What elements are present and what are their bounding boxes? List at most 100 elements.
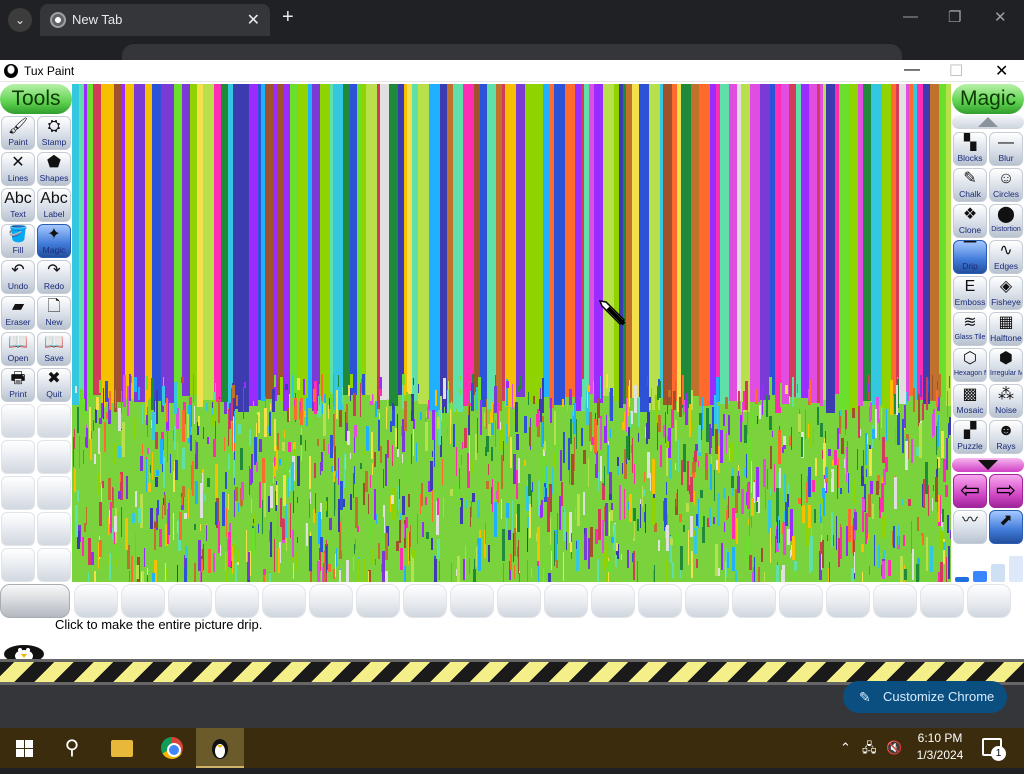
tuxpaint-taskbar-button[interactable] [196,728,244,768]
color-swatch[interactable] [732,584,776,618]
chrome-tab-new-tab[interactable]: New Tab ✕ [40,4,270,36]
tool-undo-button[interactable]: ↶ Undo [1,260,35,294]
magic-label: Rays [996,441,1016,451]
close-button[interactable]: ✕ [995,61,1008,81]
magic-blocks-button[interactable]: ▚ Blocks [953,132,987,166]
start-button[interactable] [0,728,48,768]
tool-label: Eraser [5,317,31,327]
magic-scroll-down-button[interactable] [952,458,1024,472]
left-arrow-icon: ⇦ [959,477,981,504]
color-swatch[interactable] [544,584,588,618]
tool-redo-button[interactable]: ↷ Redo [37,260,71,294]
color-swatch[interactable] [826,584,870,618]
tool-print-button[interactable]: 🖶 Print [1,368,35,402]
magic-clone-button[interactable]: ❖ Clone [953,204,987,238]
magic-glass-tile-button[interactable]: ≋ Glass Tile [953,312,987,346]
label-icon: Abc [40,190,68,207]
tool-quit-button[interactable]: ✖ Quit [37,368,71,402]
tool-label-button[interactable]: Abc Label [37,188,71,222]
new-tab-button[interactable]: + [282,6,294,29]
color-swatch[interactable] [403,584,447,618]
size-slider[interactable] [953,548,1023,582]
tool-eraser-button[interactable]: ▰ Eraser [1,296,35,330]
color-swatch[interactable] [0,584,70,618]
tool-text-button[interactable]: Abc Text [1,188,35,222]
search-button[interactable]: ⚲ [48,728,96,768]
magic-fisheye-button[interactable]: ◈ Fisheye [989,276,1023,310]
magic-distortion-button[interactable]: ⬤ Distortion [989,204,1023,238]
show-hidden-icons-button[interactable]: ⌃ [840,728,851,768]
magic-chalk-button[interactable]: ✎ Chalk [953,168,987,202]
magic-edges-button[interactable]: ∿ Edges [989,240,1023,274]
chrome-close-button[interactable]: ✕ [994,8,1007,26]
magic-label: Circles [993,189,1019,199]
tool-save-button[interactable]: 📖 Save [37,332,71,366]
tool-paint-button[interactable]: 🖌 Paint [1,116,35,150]
color-swatch[interactable] [497,584,541,618]
magic-emboss-button[interactable]: E Emboss [953,276,987,310]
color-swatch[interactable] [262,584,306,618]
maximize-button[interactable]: ☐ [949,61,963,81]
paintbrush-icon: 🖌 [7,118,29,135]
color-swatch[interactable] [121,584,165,618]
magic-circles-button[interactable]: ☺ Circles [989,168,1023,202]
magic-scroll-up-button[interactable] [952,115,1024,129]
tool-lines-button[interactable]: ✕ Lines [1,152,35,186]
color-swatch[interactable] [215,584,259,618]
tool-stamp-button[interactable]: ⛭ Stamp [37,116,71,150]
tool-new-button[interactable]: 🗋 New [37,296,71,330]
magic-label: Puzzle [957,441,983,451]
color-swatch[interactable] [309,584,353,618]
canvas-artwork [72,84,951,582]
fisheye-icon: ◈ [999,278,1013,295]
network-icon[interactable]: 🖧 [862,728,877,768]
color-swatch[interactable] [591,584,635,618]
tool-open-button[interactable]: 📖 Open [1,332,35,366]
drawing-canvas[interactable] [72,84,951,582]
magic-puzzle-button[interactable]: ▞ Puzzle [953,420,987,454]
customize-chrome-button[interactable]: ✎ Customize Chrome [843,681,1007,713]
magic-irregular-mosaic-button[interactable]: ⬢ Irregular Mosaic [989,348,1023,382]
color-swatch[interactable] [779,584,823,618]
text-icon: Abc [4,190,32,207]
magic-blur-button[interactable]: — Blur [989,132,1023,166]
magic-label: Distortion [991,226,1021,233]
minimize-button[interactable]: — [904,61,920,79]
color-swatch[interactable] [873,584,917,618]
empty-tool-slot [37,404,71,438]
color-swatch[interactable] [685,584,729,618]
color-swatch[interactable] [356,584,400,618]
tool-label: Print [9,389,27,399]
empty-tool-slot [37,548,71,582]
color-swatch[interactable] [74,584,118,618]
tool-fill-button[interactable]: 🪣 Fill [1,224,35,258]
save-icon: 📖 [44,334,64,351]
magic-halftone-button[interactable]: ▦ Halftone [989,312,1023,346]
next-option-button[interactable]: ⇨ [989,474,1023,508]
magic-hexagon-mosaic-button[interactable]: ⬡ Hexagon Mosaic [953,348,987,382]
color-swatch[interactable] [450,584,494,618]
tab-close-icon[interactable]: ✕ [247,10,260,30]
color-swatch[interactable] [638,584,682,618]
color-swatch[interactable] [920,584,964,618]
volume-muted-icon[interactable]: 🔇 [886,728,902,768]
system-clock[interactable]: 6:10 PM 1/3/2024 [914,730,966,764]
magic-mode-paint-button[interactable]: 〰 [953,510,987,544]
magic-drip-button[interactable]: ▔ Drip [953,240,987,274]
chrome-restore-button[interactable]: ❐ [948,8,961,26]
blocks-icon: ▚ [963,134,977,151]
color-swatch[interactable] [168,584,212,618]
magic-mosaic-button[interactable]: ▩ Mosaic [953,384,987,418]
window-title: Tux Paint [24,64,75,78]
previous-option-button[interactable]: ⇦ [953,474,987,508]
magic-label: Fisheye [991,297,1021,307]
chrome-minimize-button[interactable]: — [903,8,918,25]
tab-search-chevron-icon[interactable]: ⌄ [8,8,32,32]
tool-shapes-button[interactable]: ⬟ Shapes [37,152,71,186]
magic-rays-button[interactable]: ☻ Rays [989,420,1023,454]
color-swatch[interactable] [967,584,1011,618]
tool-magic-button[interactable]: ✦ Magic [37,224,71,258]
magic-mode-fullscreen-button[interactable]: ⬈ [989,510,1023,544]
magic-noise-button[interactable]: ⁂ Noise [989,384,1023,418]
status-message: Click to make the entire picture drip. [55,617,263,632]
